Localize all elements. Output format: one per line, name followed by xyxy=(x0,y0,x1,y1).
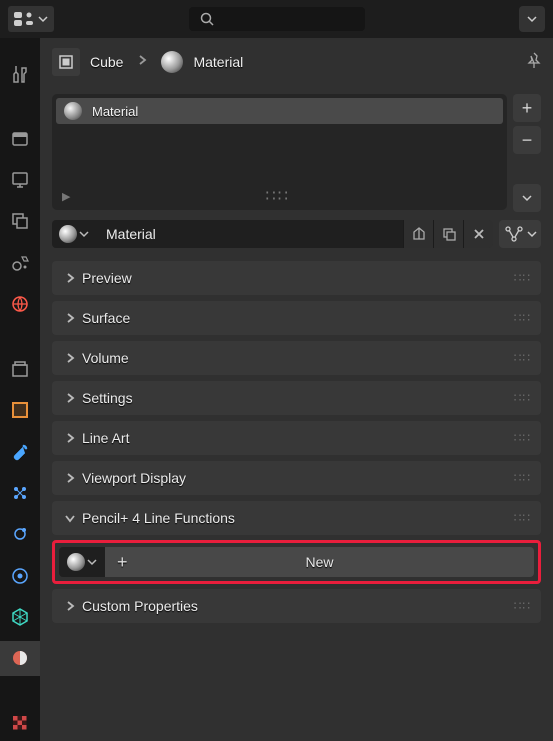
new-line-functions-button[interactable]: + New xyxy=(105,547,534,577)
duplicate-button[interactable] xyxy=(433,220,463,248)
panel-title: Preview xyxy=(82,270,132,286)
material-name-field[interactable]: Material xyxy=(96,220,403,248)
panel-pencil-line-functions[interactable]: Pencil+ 4 Line Functions ∷∷ xyxy=(52,501,541,535)
chevron-down-icon xyxy=(87,557,97,567)
chevron-right-icon xyxy=(137,53,147,71)
fake-user-button[interactable] xyxy=(403,220,433,248)
chevron-down-icon xyxy=(38,14,48,24)
properties-icon xyxy=(14,11,34,27)
new-line-functions-highlight: + New xyxy=(52,540,541,584)
material-sphere-icon xyxy=(67,553,85,571)
panel-settings[interactable]: Settings ∷∷ xyxy=(52,381,541,415)
options-dropdown[interactable] xyxy=(519,6,545,32)
material-tab-icon xyxy=(10,648,30,668)
panel-surface[interactable]: Surface ∷∷ xyxy=(52,301,541,335)
panel-line-art[interactable]: Line Art ∷∷ xyxy=(52,421,541,455)
grip-icon[interactable]: ∷∷ xyxy=(514,599,531,613)
panel-title: Line Art xyxy=(82,430,129,446)
tab-object[interactable] xyxy=(0,393,40,428)
chevron-right-icon xyxy=(62,392,78,404)
spacer xyxy=(0,328,40,346)
properties-tabs xyxy=(0,38,40,741)
tab-data[interactable] xyxy=(0,599,40,634)
plus-icon: + xyxy=(117,552,128,573)
panel-title: Surface xyxy=(82,310,130,326)
grip-icon[interactable]: ∷∷ xyxy=(514,511,531,525)
tab-particles[interactable] xyxy=(0,475,40,510)
grip-icon[interactable]: ∷∷ xyxy=(514,471,531,485)
tab-physics[interactable] xyxy=(0,517,40,552)
chevron-down-icon xyxy=(62,513,78,523)
chevron-right-icon xyxy=(62,352,78,364)
slot-specials-dropdown[interactable] xyxy=(513,184,541,212)
line-functions-browse-button[interactable] xyxy=(59,547,105,577)
panel-viewport-display[interactable]: Viewport Display ∷∷ xyxy=(52,461,541,495)
grip-icon[interactable]: ∷∷ xyxy=(514,351,531,365)
object-icon xyxy=(12,402,28,418)
tab-constraints[interactable] xyxy=(0,558,40,593)
add-slot-button[interactable]: + xyxy=(513,94,541,122)
spacer xyxy=(0,682,40,700)
search-input[interactable] xyxy=(189,7,365,31)
chevron-down-icon xyxy=(527,14,537,24)
material-datablock-selector[interactable]: Material xyxy=(52,220,493,248)
breadcrumb-material-name[interactable]: Material xyxy=(193,54,243,70)
material-slot-list[interactable]: Material ▶ ∷∷ xyxy=(52,94,507,210)
pin-button[interactable] xyxy=(525,51,543,74)
tab-texture[interactable] xyxy=(0,706,40,741)
tab-collection[interactable] xyxy=(0,351,40,386)
unlink-button[interactable] xyxy=(463,220,493,248)
grip-icon[interactable]: ∷∷ xyxy=(514,391,531,405)
panel-custom-properties[interactable]: Custom Properties ∷∷ xyxy=(52,589,541,623)
new-button-label: New xyxy=(305,554,333,570)
tab-modifiers[interactable] xyxy=(0,434,40,469)
panel-volume[interactable]: Volume ∷∷ xyxy=(52,341,541,375)
chevron-right-icon xyxy=(62,432,78,444)
panel-title: Settings xyxy=(82,390,133,406)
panel-title: Custom Properties xyxy=(82,598,198,614)
grip-icon[interactable]: ∷∷ xyxy=(514,311,531,325)
remove-slot-button[interactable]: − xyxy=(513,126,541,154)
chevron-right-icon xyxy=(62,472,78,484)
tab-viewlayer[interactable] xyxy=(0,204,40,239)
editor-type-selector[interactable] xyxy=(8,6,54,32)
tab-world[interactable] xyxy=(0,286,40,321)
spacer xyxy=(0,97,40,115)
chevron-right-icon xyxy=(62,600,78,612)
grip-icon[interactable]: ∷∷ xyxy=(514,431,531,445)
panel-title: Viewport Display xyxy=(82,470,186,486)
material-sphere-icon xyxy=(64,102,82,120)
material-slot-item[interactable]: Material xyxy=(56,98,503,124)
tab-output[interactable] xyxy=(0,162,40,197)
material-sphere-icon xyxy=(59,225,77,243)
grip-icon[interactable]: ∷∷ xyxy=(266,186,290,206)
tab-tool[interactable] xyxy=(0,56,40,91)
chevron-right-icon xyxy=(62,272,78,284)
breadcrumb: Cube Material xyxy=(40,38,553,86)
tab-material[interactable] xyxy=(0,641,40,676)
panel-title: Volume xyxy=(82,350,129,366)
chevron-down-icon xyxy=(79,229,89,239)
material-browse-button[interactable] xyxy=(52,220,96,248)
grip-icon[interactable]: ∷∷ xyxy=(514,271,531,285)
material-slot-name: Material xyxy=(92,104,138,119)
material-sphere-icon xyxy=(161,51,183,73)
chevron-right-icon xyxy=(62,312,78,324)
tab-render[interactable] xyxy=(0,121,40,156)
expand-list-icon[interactable]: ▶ xyxy=(62,190,70,203)
breadcrumb-object-name[interactable]: Cube xyxy=(90,54,123,70)
panel-title: Pencil+ 4 Line Functions xyxy=(82,510,235,526)
chevron-down-icon xyxy=(527,229,537,239)
node-editor-button[interactable] xyxy=(499,220,541,248)
tab-scene[interactable] xyxy=(0,245,40,280)
object-icon[interactable] xyxy=(52,48,80,76)
search-icon xyxy=(199,11,215,27)
panel-preview[interactable]: Preview ∷∷ xyxy=(52,261,541,295)
